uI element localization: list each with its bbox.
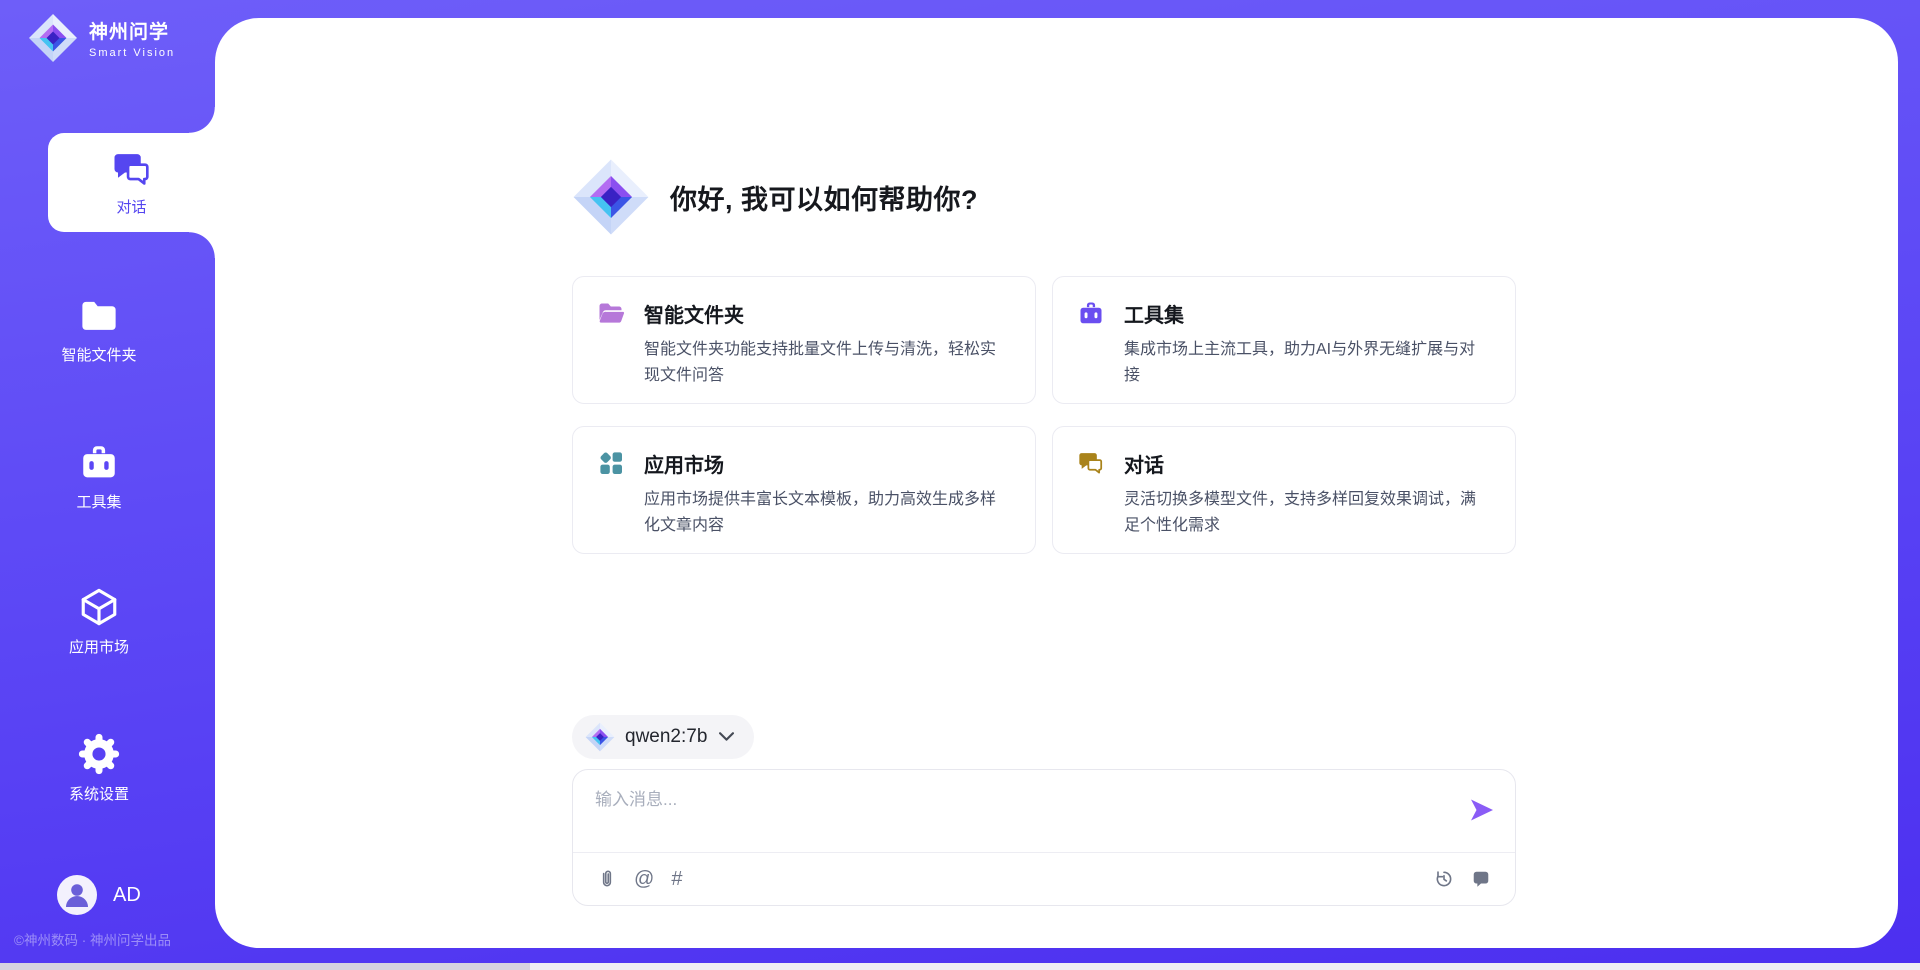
send-button[interactable]	[1468, 797, 1496, 825]
brand-text: 神州问学 Smart Vision	[89, 17, 175, 59]
sidebar-item-smart-folder[interactable]: 智能文件夹	[0, 294, 198, 365]
greeting-title: 你好, 我可以如何帮助你?	[670, 178, 978, 217]
open-folder-icon	[597, 299, 625, 327]
model-diamond-logo-icon	[585, 722, 615, 752]
composer-tools-right	[1434, 869, 1491, 889]
composer-toolbar: @ #	[573, 853, 1515, 905]
card-description: 集成市场上主流工具，助力AI与外界无缝扩展与对接	[1124, 337, 1491, 389]
mention-icon[interactable]: @	[634, 869, 654, 889]
app-grid-icon	[597, 449, 625, 477]
folder-icon	[78, 294, 120, 336]
card-title: 工具集	[1124, 299, 1491, 328]
message-composer: @ #	[572, 769, 1516, 906]
card-body: 对话 灵活切换多模型文件，支持多样回复效果调试，满足个性化需求	[1124, 448, 1491, 532]
history-icon[interactable]	[1434, 869, 1454, 889]
composer-tools-left: @ #	[597, 869, 682, 889]
sidebar-item-label: 对话	[116, 196, 146, 217]
attachment-icon[interactable]	[597, 869, 617, 889]
avatar	[57, 875, 97, 915]
assistant-diamond-logo-icon	[572, 158, 650, 236]
content-column: 你好, 我可以如何帮助你? 智能文件夹 智能文件夹功能支持批量文件上传与清洗，轻…	[572, 18, 1516, 948]
brand-diamond-logo-icon	[28, 13, 78, 63]
sidebar-item-system-settings[interactable]: 系统设置	[0, 733, 198, 804]
app-window: 神州问学 Smart Vision 对话 智能文件夹 工具集 应用市场 系统设置	[0, 0, 1920, 970]
model-selector-value: qwen2:7b	[625, 726, 707, 748]
chevron-down-icon	[719, 732, 734, 742]
scrollbar-thumb[interactable]	[0, 963, 530, 970]
user-name: AD	[113, 884, 141, 907]
feature-cards: 智能文件夹 智能文件夹功能支持批量文件上传与清洗，轻松实现文件问答 工具集 集成…	[572, 276, 1516, 554]
greeting-section: 你好, 我可以如何帮助你?	[572, 158, 978, 236]
comment-icon[interactable]	[1471, 869, 1491, 889]
send-icon	[1470, 798, 1494, 822]
horizontal-scrollbar[interactable]	[0, 963, 1920, 970]
card-toolset[interactable]: 工具集 集成市场上主流工具，助力AI与外界无缝扩展与对接	[1052, 276, 1516, 404]
card-chat[interactable]: 对话 灵活切换多模型文件，支持多样回复效果调试，满足个性化需求	[1052, 426, 1516, 554]
message-input[interactable]	[595, 785, 1445, 843]
sidebar-item-label: 应用市场	[69, 636, 129, 657]
brand-subtitle: Smart Vision	[89, 47, 175, 59]
card-title: 智能文件夹	[644, 299, 1011, 328]
card-body: 应用市场 应用市场提供丰富长文本模板，助力高效生成多样化文章内容	[644, 448, 1011, 532]
gear-icon	[78, 733, 120, 775]
chat-bubbles-icon	[111, 148, 153, 190]
briefcase-icon	[1077, 299, 1105, 327]
card-app-market[interactable]: 应用市场 应用市场提供丰富长文本模板，助力高效生成多样化文章内容	[572, 426, 1036, 554]
user-account[interactable]: AD	[57, 875, 141, 915]
topic-hash-icon[interactable]: #	[671, 869, 682, 889]
chat-bubbles-icon	[1077, 449, 1105, 477]
briefcase-icon	[78, 441, 120, 483]
sidebar-item-app-market[interactable]: 应用市场	[0, 586, 198, 657]
card-body: 智能文件夹 智能文件夹功能支持批量文件上传与清洗，轻松实现文件问答	[644, 298, 1011, 382]
card-title: 对话	[1124, 449, 1491, 478]
card-title: 应用市场	[644, 449, 1011, 478]
brand-title: 神州问学	[89, 17, 175, 44]
sidebar-item-label: 系统设置	[69, 783, 129, 804]
card-description: 应用市场提供丰富长文本模板，助力高效生成多样化文章内容	[644, 487, 1011, 539]
person-icon	[57, 875, 97, 915]
sidebar-item-chat[interactable]: 对话	[48, 133, 215, 232]
card-body: 工具集 集成市场上主流工具，助力AI与外界无缝扩展与对接	[1124, 298, 1491, 382]
sidebar-item-label: 智能文件夹	[61, 344, 136, 365]
model-selector[interactable]: qwen2:7b	[572, 715, 754, 759]
sidebar: 神州问学 Smart Vision 对话 智能文件夹 工具集 应用市场 系统设置	[0, 0, 215, 970]
card-smart-folder[interactable]: 智能文件夹 智能文件夹功能支持批量文件上传与清洗，轻松实现文件问答	[572, 276, 1036, 404]
main-panel: 你好, 我可以如何帮助你? 智能文件夹 智能文件夹功能支持批量文件上传与清洗，轻…	[215, 18, 1898, 948]
copyright-footer: ©神州数码 · 神州问学出品	[14, 929, 171, 949]
card-description: 智能文件夹功能支持批量文件上传与清洗，轻松实现文件问答	[644, 337, 1011, 389]
brand: 神州问学 Smart Vision	[28, 13, 175, 63]
card-description: 灵活切换多模型文件，支持多样回复效果调试，满足个性化需求	[1124, 487, 1491, 539]
cube-icon	[78, 586, 120, 628]
sidebar-item-toolset[interactable]: 工具集	[0, 441, 198, 512]
sidebar-item-label: 工具集	[76, 491, 121, 512]
